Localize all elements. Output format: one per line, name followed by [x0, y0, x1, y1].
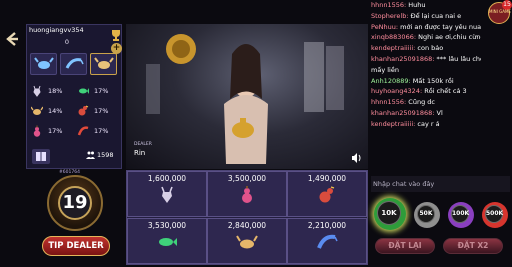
chat-message: Anh120889: Mất 150k rồi [371, 76, 454, 85]
dealer-label: DEALER [134, 142, 152, 147]
chat-message: hhnn1556: Cũng dc [371, 98, 435, 107]
rebet-button[interactable]: ĐẶT LẠI [375, 238, 435, 254]
bet-cell-crab[interactable]: 2,840,000 [207, 218, 287, 264]
chat-message: huyhoang4324: Rồi chết cả 3 [371, 87, 467, 96]
bet-cell-deer[interactable]: 1,600,000 [127, 171, 207, 217]
dealer-scene [146, 34, 344, 164]
chat-message: hhnn1556: Huhu [371, 1, 426, 9]
deer-icon [155, 186, 179, 204]
dealer-name: Rin [134, 149, 146, 157]
result-history [30, 53, 120, 75]
chip-50k[interactable]: 50K [414, 202, 440, 228]
panel-footer: 1598 [30, 148, 122, 166]
stat-rooster: 17% [76, 101, 122, 121]
mini-game-button[interactable]: 15 MINI GAME [488, 0, 512, 24]
rooster-icon [76, 104, 90, 118]
countdown-timer: 19 [58, 186, 92, 220]
bet-cell-rooster[interactable]: 1,490,000 [287, 171, 367, 217]
fish-icon [76, 84, 90, 98]
bet-cell-gourd[interactable]: 3,500,000 [207, 171, 287, 217]
chat-message: PeNhuu: mới an được tay yêu nua [371, 22, 481, 31]
chat-message: khanhan25091868: *** lâu lâu chọt nai [371, 54, 481, 63]
speaker-icon[interactable] [351, 153, 362, 163]
stat-gourd: 17% [30, 121, 76, 141]
history-crab-icon [90, 53, 117, 75]
bet-cell-shrimp[interactable]: 2,210,000 [287, 218, 367, 264]
balance: 0 [64, 38, 70, 46]
mini-game-label: MINI GAME [489, 9, 511, 14]
chat-message: kendeptraiiiii: cay r á [371, 119, 440, 128]
chat-input[interactable] [371, 176, 510, 192]
gourd-icon [30, 124, 44, 138]
crab-icon [235, 233, 259, 251]
tip-dealer-button[interactable]: TIP DEALER [42, 236, 110, 256]
chat-message: xinqb883066: Nghi ae ơi,chiu cừng [371, 33, 481, 42]
history-book-icon[interactable] [32, 149, 50, 164]
shrimp-icon [315, 233, 339, 251]
chip-500k[interactable]: 500K [482, 202, 508, 228]
stat-shrimp: 17% [76, 121, 122, 141]
dice-bowl: 19 [47, 175, 103, 231]
chat-message: khanhan25091868: Vl [371, 108, 443, 117]
crab-icon [30, 104, 44, 118]
people-icon [86, 151, 95, 159]
stat-deer: 18% [30, 81, 76, 101]
chat-messages: hhnn1556: Huhu Stopherelb: Để lại cua na… [371, 0, 481, 130]
trophy-icon[interactable] [109, 27, 123, 41]
history-shrimp-icon [60, 53, 87, 75]
stat-fish: 17% [76, 81, 122, 101]
chat-message: mấy liền [371, 65, 399, 74]
shrimp-icon [76, 124, 90, 138]
deer-icon [30, 84, 44, 98]
username: huongiangvv354 [29, 26, 84, 34]
live-dealer-video: DEALER Rin [126, 24, 368, 169]
double-bet-button[interactable]: ĐẶT X2 [443, 238, 503, 254]
chip-10k[interactable]: 10K [374, 198, 406, 230]
player-count[interactable]: 1598 [86, 151, 114, 159]
chat-message: kendeptraiiiii: con bảo [371, 44, 444, 53]
chip-selector: 10K 50K 100K 500K [370, 198, 510, 230]
bet-cell-fish[interactable]: 3,530,000 [127, 218, 207, 264]
dealer-info: DEALER Rin [134, 142, 156, 160]
gourd-icon [235, 186, 259, 204]
back-arrow-icon[interactable] [3, 30, 21, 48]
chip-100k[interactable]: 100K [448, 202, 474, 228]
chat-message: Stopherelb: Để lại cua nai e [371, 11, 462, 20]
rooster-icon [315, 186, 339, 204]
stat-crab: 14% [30, 101, 76, 121]
fish-icon [155, 233, 179, 251]
history-crab-icon [30, 53, 57, 75]
bet-board: 1,600,000 3,500,000 1,490,000 3,530,000 … [126, 170, 368, 265]
chat-panel: hhnn1556: Huhu Stopherelb: Để lại cua na… [369, 0, 512, 175]
game-screen: huongiangvv354 0 + 18% 17% 14% 17% 17% 1… [0, 0, 512, 267]
